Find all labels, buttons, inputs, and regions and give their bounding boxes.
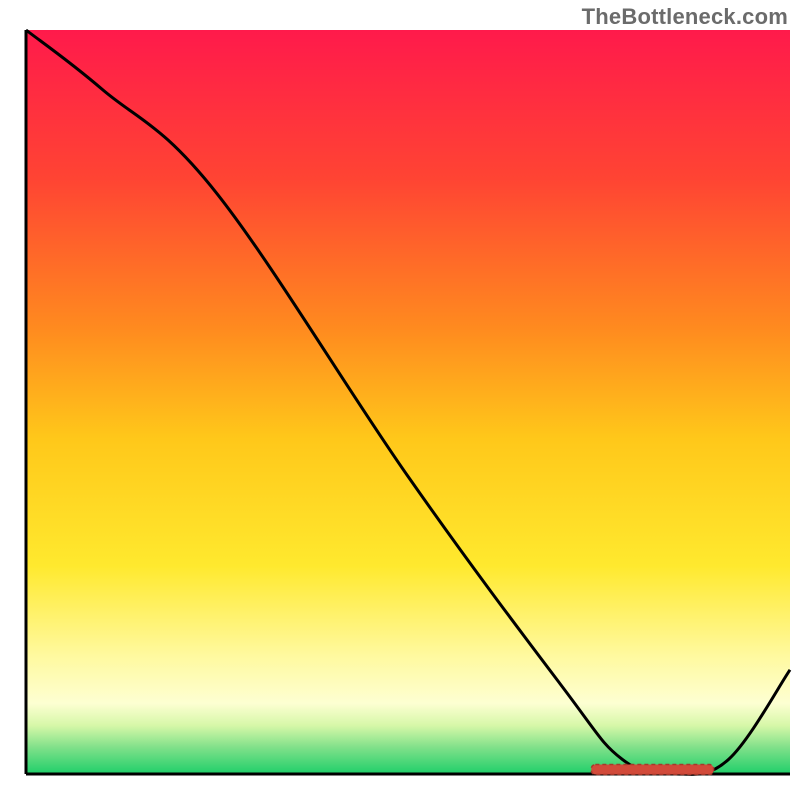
watermark-text: TheBottleneck.com: [582, 4, 788, 30]
chart-container: TheBottleneck.com: [0, 0, 800, 800]
bottleneck-chart: [0, 0, 800, 800]
plot-background: [26, 30, 790, 774]
optimal-range-marker: [591, 765, 713, 775]
